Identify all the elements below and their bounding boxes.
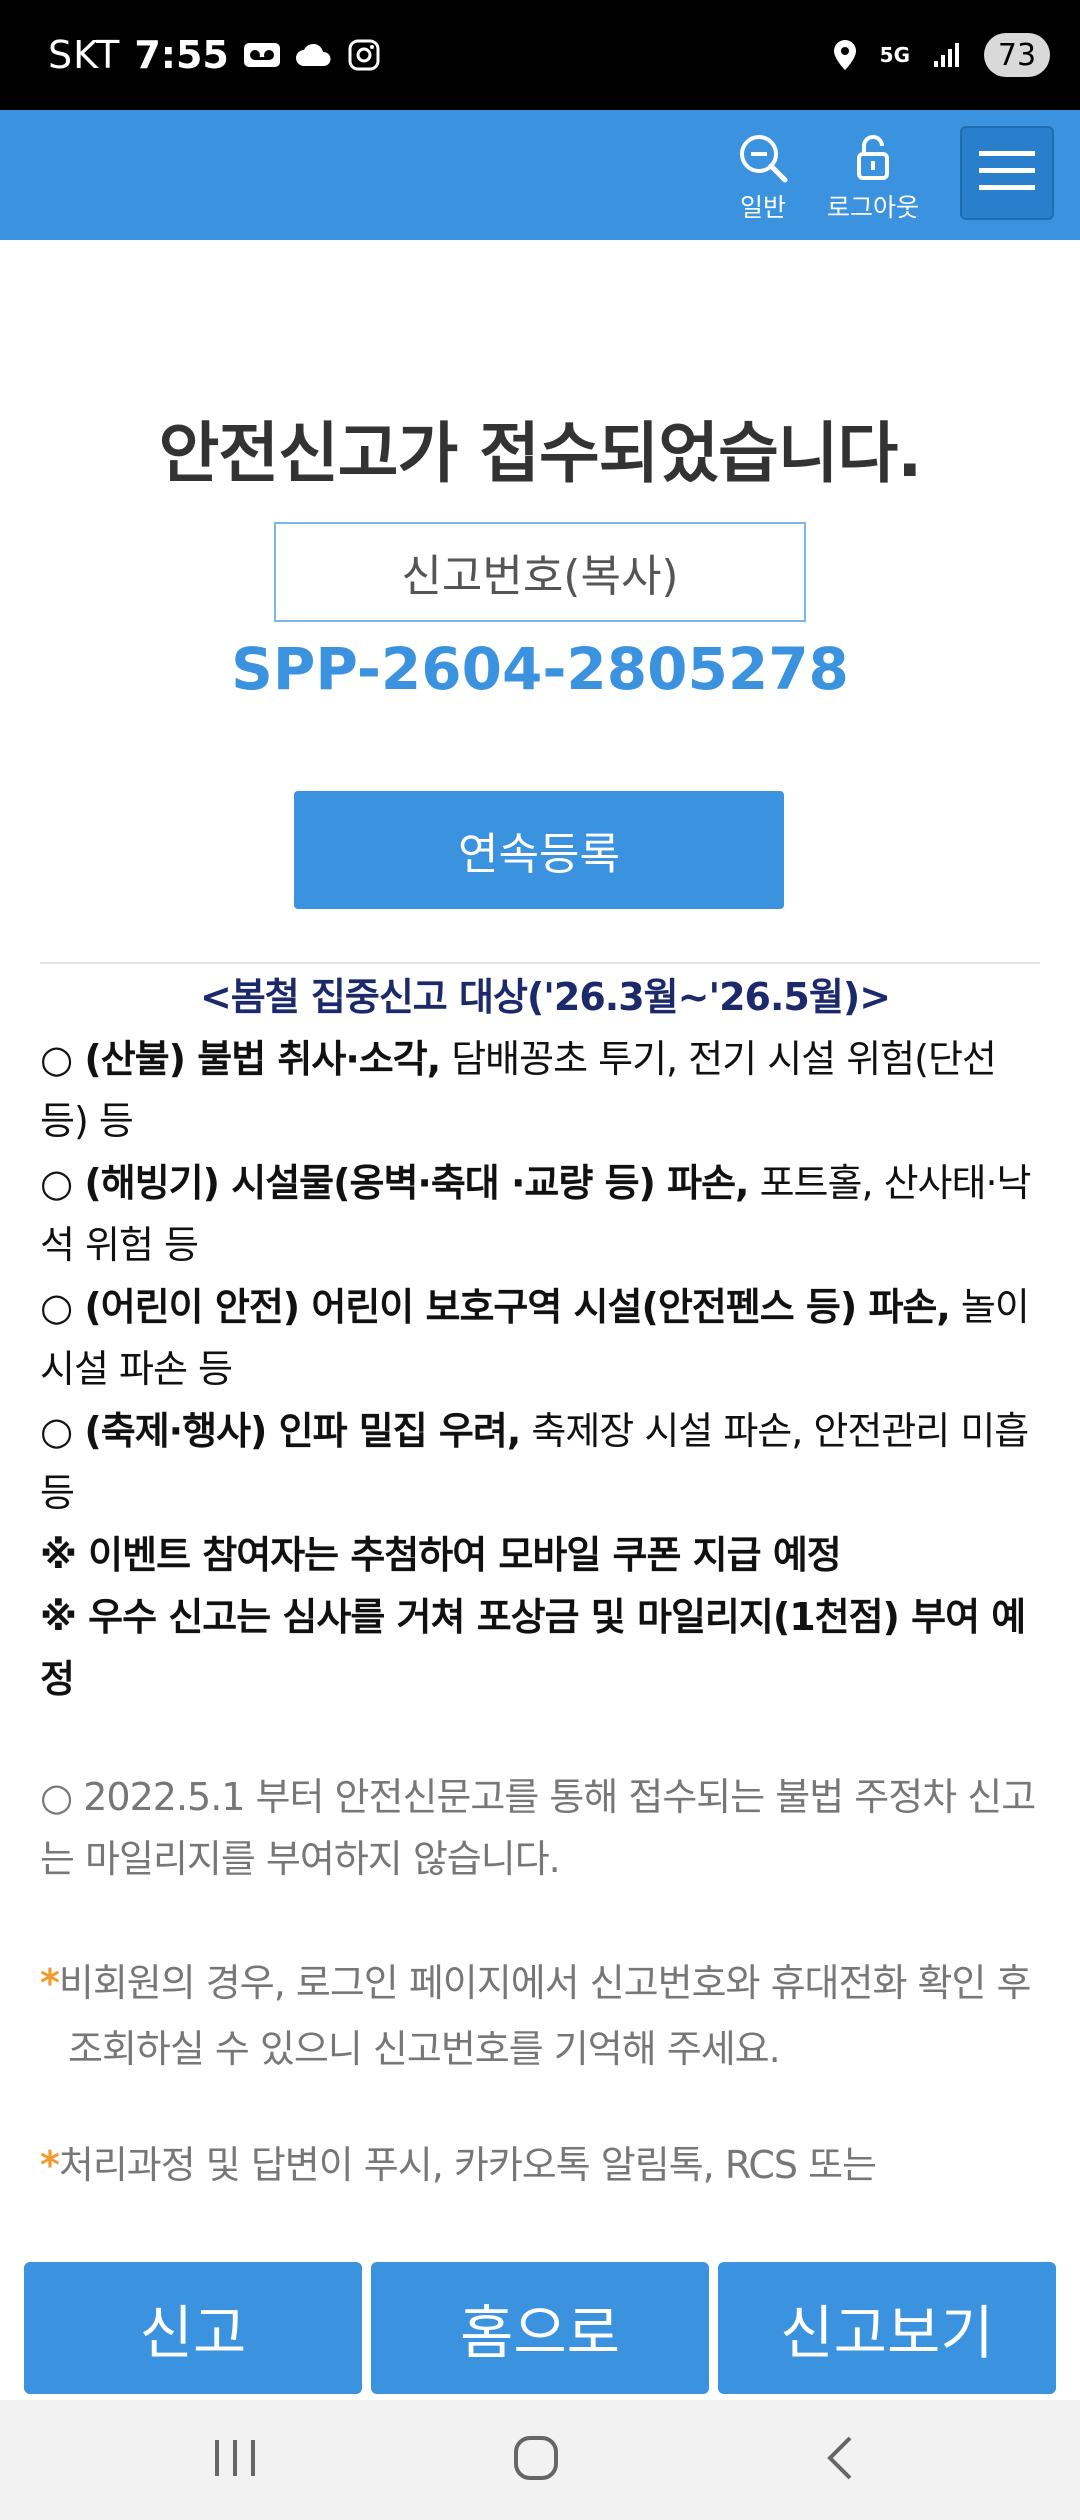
search-label: 일반 [739,193,786,222]
search-button[interactable]: 일반 [728,130,798,224]
clock: 7:55 [134,33,229,77]
signal-icon [932,41,962,69]
main-content: 안전신고가 접수되었습니다. 신고번호(복사) SPP-2604-2805278… [0,240,1080,2250]
logout-label: 로그아웃 [826,193,919,222]
search-icon [728,130,798,186]
home-icon [512,2434,560,2486]
lock-icon [818,130,928,186]
back-icon [820,2434,860,2486]
notice-item: ○ (해빙기) 시설물(옹벽·축대 ·교량 등) 파손, 포트홀, 산사태·낙석… [40,1161,1032,1267]
location-icon [832,38,858,72]
notice-item: ○ (산불) 불법 취사·소각, 담배꽁초 투기, 전기 시설 위험(단선 등)… [40,1037,997,1143]
status-bar: SKT 7:55 5G 73 [0,0,1080,110]
recent-apps-button[interactable] [175,2400,295,2520]
parking-note: ○ 2022.5.1 부터 안전신문고를 통해 접수되는 불법 주정차 신고는 … [40,1775,1036,1881]
notice-heading: <봄철 집중신고 대상('26.3월~'26.5월)> [199,975,891,1019]
reward-note: ※ 우수 신고는 심사를 거쳐 포상금 및 마일리지(1천점) 부여 예정 [40,1595,1026,1701]
view-reports-button[interactable]: 신고보기 [718,2262,1056,2394]
asterisk-icon: * [40,1961,60,2005]
notice-section: <봄철 집중신고 대상('26.3월~'26.5월)> ○ (산불) 불법 취사… [40,962,1050,2196]
continue-register-button[interactable]: 연속등록 [294,791,784,909]
instagram-icon [347,38,381,72]
system-nav-bar [0,2400,1080,2520]
network-type: 5G [879,43,910,67]
home-button[interactable]: 홈으로 [371,2262,709,2394]
carrier-label: SKT [48,33,121,77]
report-button[interactable]: 신고 [24,2262,362,2394]
recent-apps-icon [211,2436,259,2484]
voicemail-icon [243,42,281,68]
copy-report-number-button[interactable]: 신고번호(복사) [274,522,806,622]
event-note: ※ 이벤트 참여자는 추첨하여 모바일 쿠폰 지급 예정 [40,1533,842,1577]
app-header: 일반 로그아웃 [0,110,1080,240]
report-number: SPP-2604-2805278 [231,635,849,703]
page-title: 안전신고가 접수되었습니다. [158,415,923,492]
battery-indicator: 73 [984,33,1050,77]
process-note: *처리과정 및 답변이 푸시, 카카오톡 알림톡, RCS 또는 [40,2143,877,2187]
asterisk-icon: * [40,2143,60,2187]
notice-item: ○ (축제·행사) 인파 밀집 우려, 축제장 시설 파손, 안전관리 미흡 등 [40,1409,1029,1515]
hamburger-menu-button[interactable] [960,126,1054,220]
hamburger-menu-icon [977,147,1037,199]
bottom-action-bar: 신고 홈으로 신고보기 [0,2250,1080,2400]
back-button[interactable] [780,2400,900,2520]
home-nav-button[interactable] [476,2400,596,2520]
logout-button[interactable]: 로그아웃 [818,130,928,224]
guest-note: *비회원의 경우, 로그인 페이지에서 신고번호와 휴대전화 확인 후 조회하실… [40,1961,1031,2071]
notice-item: ○ (어린이 안전) 어린이 보호구역 시설(안전펜스 등) 파손, 놀이시설 … [40,1285,1030,1391]
cloud-icon [295,42,333,68]
